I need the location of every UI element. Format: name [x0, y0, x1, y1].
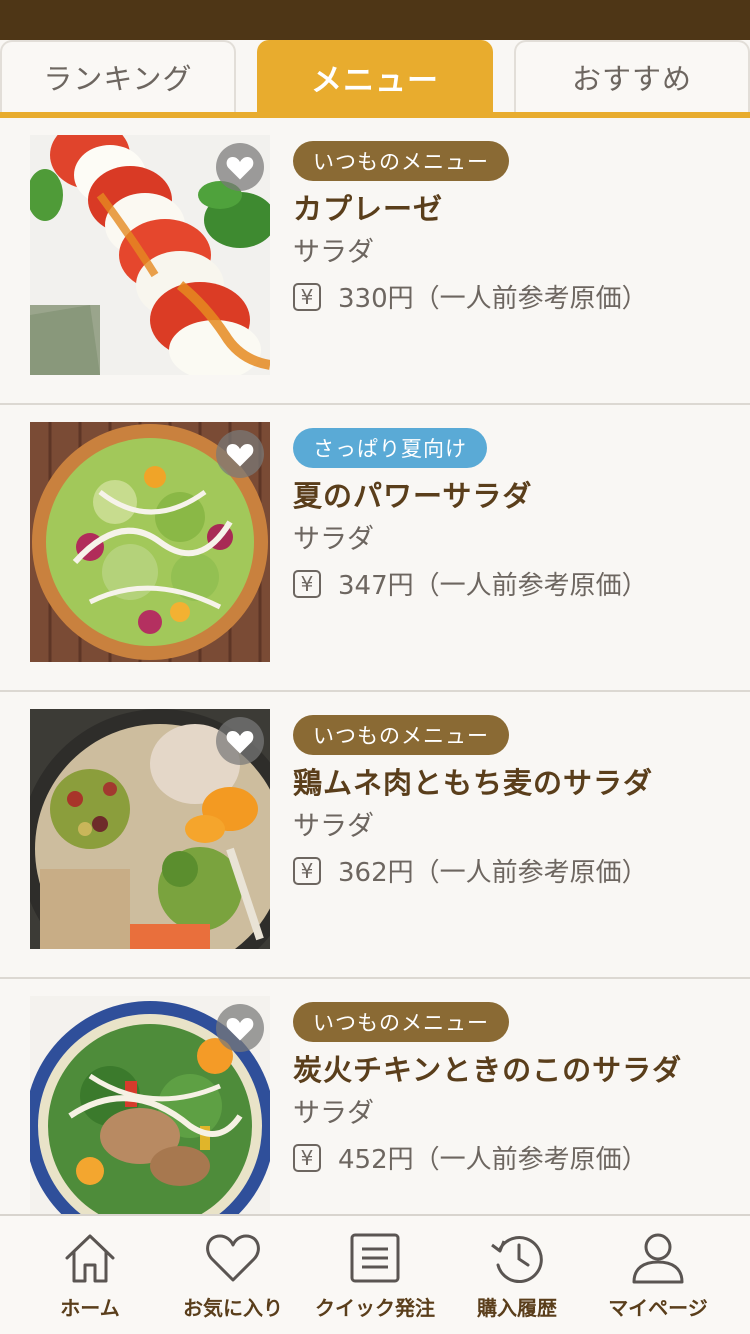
menu-name: 炭火チキンときのこのサラダ	[293, 1053, 683, 1087]
menu-price-text: 452円（一人前参考原価）	[338, 1145, 648, 1175]
user-icon	[632, 1233, 684, 1284]
nav-home[interactable]: ホーム	[15, 1216, 165, 1334]
summer-power-salad-photo	[30, 422, 270, 662]
tab-bar: ランキング メニュー おすすめ	[0, 40, 750, 118]
caprese-photo	[30, 135, 270, 375]
heart-icon	[226, 157, 254, 180]
yen-icon: ¥	[293, 282, 321, 311]
home-icon	[65, 1234, 115, 1283]
favorite-heart-button[interactable]	[216, 717, 264, 765]
heart-icon	[226, 1018, 254, 1041]
chicken-barley-salad-photo	[30, 709, 270, 949]
nav-purchase-history-label: 購入履歴	[477, 1296, 557, 1320]
yen-icon: ¥	[293, 1143, 321, 1172]
menu-category: サラダ	[293, 811, 374, 842]
menu-category: サラダ	[293, 1098, 374, 1129]
list-icon	[350, 1233, 400, 1283]
tab-ranking[interactable]: ランキング	[0, 40, 236, 112]
nav-purchase-history[interactable]: 購入履歴	[442, 1216, 592, 1334]
menu-name: 鶏ムネ肉ともち麦のサラダ	[293, 766, 654, 800]
list-item[interactable]: いつものメニュー カプレーゼ サラダ ¥ 330円（一人前参考原価）	[0, 118, 750, 405]
menu-price-text: 362円（一人前参考原価）	[338, 858, 648, 888]
menu-badge: さっぱり夏向け	[293, 428, 487, 468]
favorite-heart-button[interactable]	[216, 143, 264, 191]
menu-price: ¥ 452円（一人前参考原価）	[293, 1139, 648, 1176]
nav-quick-order-label: クイック発注	[315, 1296, 435, 1320]
menu-badge: いつものメニュー	[293, 141, 509, 181]
menu-name: 夏のパワーサラダ	[293, 479, 533, 513]
menu-category: サラダ	[293, 524, 374, 555]
history-icon	[491, 1236, 543, 1283]
tab-menu[interactable]: メニュー	[257, 40, 493, 112]
yen-icon: ¥	[293, 569, 321, 598]
menu-badge: いつものメニュー	[293, 715, 509, 755]
menu-price: ¥ 362円（一人前参考原価）	[293, 852, 648, 889]
tab-recommend[interactable]: おすすめ	[514, 40, 750, 112]
list-item[interactable]: いつものメニュー 鶏ムネ肉ともち麦のサラダ サラダ ¥ 362円（一人前参考原価…	[0, 692, 750, 979]
favorite-heart-button[interactable]	[216, 1004, 264, 1052]
menu-price: ¥ 330円（一人前参考原価）	[293, 278, 648, 315]
menu-name: カプレーゼ	[293, 192, 444, 226]
menu-category: サラダ	[293, 237, 374, 268]
nav-quick-order[interactable]: クイック発注	[300, 1216, 450, 1334]
nav-home-label: ホーム	[60, 1296, 120, 1320]
nav-favorites[interactable]: お気に入り	[158, 1216, 308, 1334]
heart-icon	[206, 1234, 260, 1282]
nav-favorites-label: お気に入り	[183, 1296, 283, 1320]
yen-icon: ¥	[293, 856, 321, 885]
bottom-nav: ホーム お気に入り クイック発注 購入履歴 マイページ	[0, 1214, 750, 1334]
menu-price-text: 347円（一人前参考原価）	[338, 571, 648, 601]
nav-my-page-label: マイページ	[608, 1296, 708, 1320]
menu-price-text: 330円（一人前参考原価）	[338, 284, 648, 314]
nav-my-page[interactable]: マイページ	[583, 1216, 733, 1334]
menu-badge: いつものメニュー	[293, 1002, 509, 1042]
menu-price: ¥ 347円（一人前参考原価）	[293, 565, 648, 602]
status-bar	[0, 0, 750, 40]
charcoal-chicken-mushroom-salad-photo	[30, 996, 270, 1214]
list-item[interactable]: さっぱり夏向け 夏のパワーサラダ サラダ ¥ 347円（一人前参考原価）	[0, 405, 750, 692]
favorite-heart-button[interactable]	[216, 430, 264, 478]
heart-icon	[226, 444, 254, 467]
heart-icon	[226, 731, 254, 754]
